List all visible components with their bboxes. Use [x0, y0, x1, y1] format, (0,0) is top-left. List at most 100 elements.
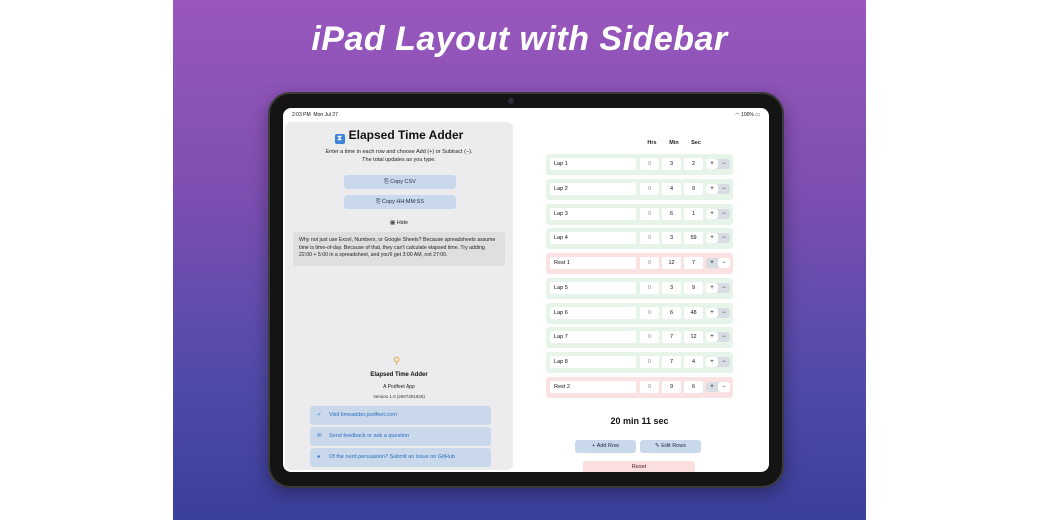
copy-icon: ⎘ [384, 179, 389, 185]
add-subtract-toggle[interactable]: + − [706, 208, 730, 219]
subtract-option[interactable]: − [718, 209, 730, 219]
add-option[interactable]: + [706, 208, 718, 219]
github-icon: ● [317, 454, 321, 460]
add-subtract-toggle[interactable]: + − [706, 307, 730, 318]
row-name-field[interactable]: Lap 1 [550, 158, 636, 170]
table-icon: ▦ [389, 220, 396, 226]
add-subtract-toggle[interactable]: + − [706, 357, 730, 367]
seconds-field[interactable]: 9 [684, 182, 703, 195]
ipad-screen: 2:03 PM Mon Jul 27 ◠ 100% ▭ ⧗ Elapsed Tim… [283, 108, 769, 472]
checkmark-circle-icon: ✓ [317, 412, 322, 418]
lap-row: Lap 4 0 3 59 + − [546, 228, 733, 250]
add-subtract-toggle[interactable]: + − [706, 233, 730, 244]
row-name-field[interactable]: Lap 3 [550, 207, 636, 220]
calculator-area: Hrs Min Sec Lap 1 0 3 2 + − Lap 2 0 4 9 + − Lap 3061… [515, 122, 769, 472]
status-bar: 2:03 PM Mon Jul 27 ◠ 100% ▭ [283, 108, 769, 120]
hours-field[interactable]: 0 [640, 331, 659, 344]
hours-field[interactable]: 0 [640, 281, 659, 294]
ipad-frame: 2:03 PM Mon Jul 27 ◠ 100% ▭ ⧗ Elapsed Tim… [268, 92, 784, 488]
sec-header: Sec [691, 140, 701, 146]
row-name-field[interactable]: Lap 8 [550, 356, 636, 368]
wifi-icon: ◠ [735, 112, 740, 118]
row-name-field[interactable]: Lap 2 [550, 182, 636, 195]
hours-field[interactable]: 0 [640, 257, 659, 269]
seconds-field[interactable]: 59 [684, 232, 703, 245]
reset-button[interactable]: Reset [583, 461, 695, 472]
add-option[interactable]: + [706, 382, 718, 392]
add-subtract-toggle[interactable]: + − [706, 332, 730, 343]
row-name-field[interactable]: Rest 1 [550, 257, 636, 269]
minutes-field[interactable]: 12 [662, 257, 681, 269]
subtract-option[interactable]: − [718, 258, 730, 268]
hours-field[interactable]: 0 [640, 232, 659, 245]
seconds-field[interactable]: 2 [684, 158, 703, 170]
minutes-field[interactable]: 7 [662, 331, 681, 344]
minutes-field[interactable]: 7 [662, 356, 681, 368]
add-option[interactable]: + [706, 307, 718, 318]
row-name-field[interactable]: Lap 5 [550, 281, 636, 294]
hours-field[interactable]: 0 [640, 182, 659, 195]
add-option[interactable]: + [706, 159, 718, 169]
hours-field[interactable]: 0 [640, 306, 659, 319]
hide-button[interactable]: ▦ Hide [285, 220, 513, 226]
lap-row: Lap 1 0 3 2 + − [546, 154, 733, 175]
hours-field[interactable]: 0 [640, 158, 659, 170]
minutes-field[interactable]: 9 [662, 380, 681, 393]
minutes-field[interactable]: 3 [662, 158, 681, 170]
subtract-option[interactable]: − [718, 308, 730, 318]
minutes-field[interactable]: 3 [662, 281, 681, 294]
subtract-option[interactable]: − [718, 159, 730, 169]
send-feedback-link[interactable]: ✉ Send feedback or ask a question [310, 427, 491, 446]
add-subtract-toggle[interactable]: + − [706, 183, 730, 194]
copy-hms-button[interactable]: ⎘ Copy HH:MM:SS [344, 195, 456, 209]
subtract-option[interactable]: − [718, 283, 730, 293]
row-name-field[interactable]: Lap 7 [550, 331, 636, 344]
seconds-field[interactable]: 48 [684, 306, 703, 319]
seconds-field[interactable]: 1 [684, 207, 703, 220]
minutes-field[interactable]: 4 [662, 182, 681, 195]
add-option[interactable]: + [706, 183, 718, 194]
lap-row: Lap 2 0 4 9 + − [546, 178, 733, 200]
edit-rows-button[interactable]: ✎ Edit Rows [640, 440, 701, 453]
row-name-field[interactable]: Lap 6 [550, 306, 636, 319]
add-option[interactable]: + [706, 357, 718, 367]
intro-text: Enter a time in each row and choose Add … [325, 149, 473, 163]
github-issue-link[interactable]: ● Of the nerd persuasion? Submit an issue… [310, 448, 491, 467]
spreadsheet-note: Why not just use Excel, Numbers, or Goog… [293, 232, 505, 266]
add-option[interactable]: + [706, 258, 718, 268]
hours-field[interactable]: 0 [640, 356, 659, 368]
subtract-option[interactable]: − [718, 357, 730, 367]
add-subtract-toggle[interactable]: + − [706, 258, 730, 268]
subtract-option[interactable]: − [718, 184, 730, 194]
add-option[interactable]: + [706, 282, 718, 293]
add-subtract-toggle[interactable]: + − [706, 282, 730, 293]
subtract-option[interactable]: − [718, 233, 730, 243]
seconds-field[interactable]: 6 [684, 380, 703, 393]
seconds-field[interactable]: 9 [684, 281, 703, 294]
app-logo-icon: ⧗ [334, 134, 345, 144]
row-name-field[interactable]: Lap 4 [550, 232, 636, 245]
total-elapsed: 20 min 11 sec [610, 416, 669, 426]
add-option[interactable]: + [706, 332, 718, 343]
minutes-field[interactable]: 6 [662, 207, 681, 220]
hours-field[interactable]: 0 [640, 380, 659, 393]
row-name-field[interactable]: Rest 2 [550, 380, 636, 393]
add-subtract-toggle[interactable]: + − [706, 159, 730, 169]
copy-csv-button[interactable]: ⎘ Copy CSV [344, 175, 456, 189]
lap-row: Lap 7 0 7 12 + − [546, 327, 733, 349]
minutes-field[interactable]: 3 [662, 232, 681, 245]
copy-icon: ⎘ [376, 199, 381, 205]
visit-website-link[interactable]: ✓ Visit timeadder.podfeet.com [310, 406, 491, 425]
add-option[interactable]: + [706, 233, 718, 244]
subtract-option[interactable]: − [718, 332, 730, 342]
add-row-button[interactable]: + Add Row [575, 440, 636, 453]
seconds-field[interactable]: 4 [684, 356, 703, 368]
add-subtract-toggle[interactable]: + − [706, 381, 730, 392]
minutes-field[interactable]: 6 [662, 306, 681, 319]
seconds-field[interactable]: 7 [684, 257, 703, 269]
rest-row: Rest 1 0 12 7 + − [546, 253, 733, 274]
seconds-field[interactable]: 12 [684, 331, 703, 344]
hours-field[interactable]: 0 [640, 207, 659, 220]
subtract-option[interactable]: − [718, 381, 730, 392]
app-mascot-icon: ⚲ [393, 356, 401, 367]
